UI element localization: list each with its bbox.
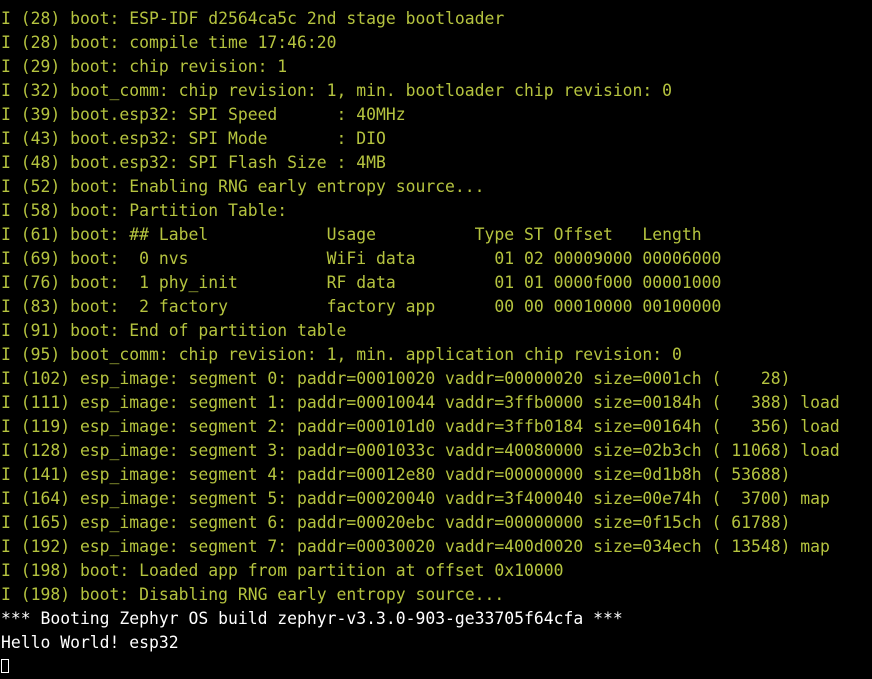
zephyr-boot-banner: *** Booting Zephyr OS build zephyr-v3.3.… — [1, 609, 623, 628]
segment-line: I (102) esp_image: segment 0: paddr=0001… — [1, 369, 791, 388]
segment-line: I (128) esp_image: segment 3: paddr=0001… — [1, 441, 840, 460]
segment-line: I (165) esp_image: segment 6: paddr=0002… — [1, 513, 791, 532]
partition-table-row: I (76) boot: 1 phy_init RF data 01 01 00… — [1, 273, 722, 292]
log-line: I (198) boot: Disabling RNG early entrop… — [1, 585, 505, 604]
program-output: Hello World! esp32 — [1, 633, 179, 652]
segment-line: I (192) esp_image: segment 7: paddr=0003… — [1, 537, 830, 556]
log-line: I (48) boot.esp32: SPI Flash Size : 4MB — [1, 153, 386, 172]
prompt-line[interactable] — [0, 655, 872, 679]
log-line: I (39) boot.esp32: SPI Speed : 40MHz — [1, 105, 406, 124]
log-line: I (198) boot: Loaded app from partition … — [1, 561, 564, 580]
segment-line: I (119) esp_image: segment 2: paddr=0001… — [1, 417, 840, 436]
log-line: I (29) boot: chip revision: 1 — [1, 57, 288, 76]
log-line: I (28) boot: compile time 17:46:20 — [1, 33, 337, 52]
log-line: I (95) boot_comm: chip revision: 1, min.… — [1, 345, 682, 364]
log-line: I (91) boot: End of partition table — [1, 321, 347, 340]
log-line: I (58) boot: Partition Table: — [1, 201, 288, 220]
log-line: I (32) boot_comm: chip revision: 1, min.… — [1, 81, 673, 100]
terminal-window[interactable]: I (28) boot: ESP-IDF d2564ca5c 2nd stage… — [0, 0, 872, 673]
block-cursor-icon — [1, 659, 9, 673]
segment-line: I (164) esp_image: segment 5: paddr=0002… — [1, 489, 830, 508]
segment-line: I (111) esp_image: segment 1: paddr=0001… — [1, 393, 840, 412]
log-line: I (28) boot: ESP-IDF d2564ca5c 2nd stage… — [1, 9, 505, 28]
partition-table-header: I (61) boot: ## Label Usage Type ST Offs… — [1, 225, 702, 244]
log-line: I (43) boot.esp32: SPI Mode : DIO — [1, 129, 386, 148]
segment-line: I (141) esp_image: segment 4: paddr=0001… — [1, 465, 791, 484]
partition-table-row: I (83) boot: 2 factory factory app 00 00… — [1, 297, 722, 316]
log-line: I (52) boot: Enabling RNG early entropy … — [1, 177, 485, 196]
partition-table-row: I (69) boot: 0 nvs WiFi data 01 02 00009… — [1, 249, 722, 268]
